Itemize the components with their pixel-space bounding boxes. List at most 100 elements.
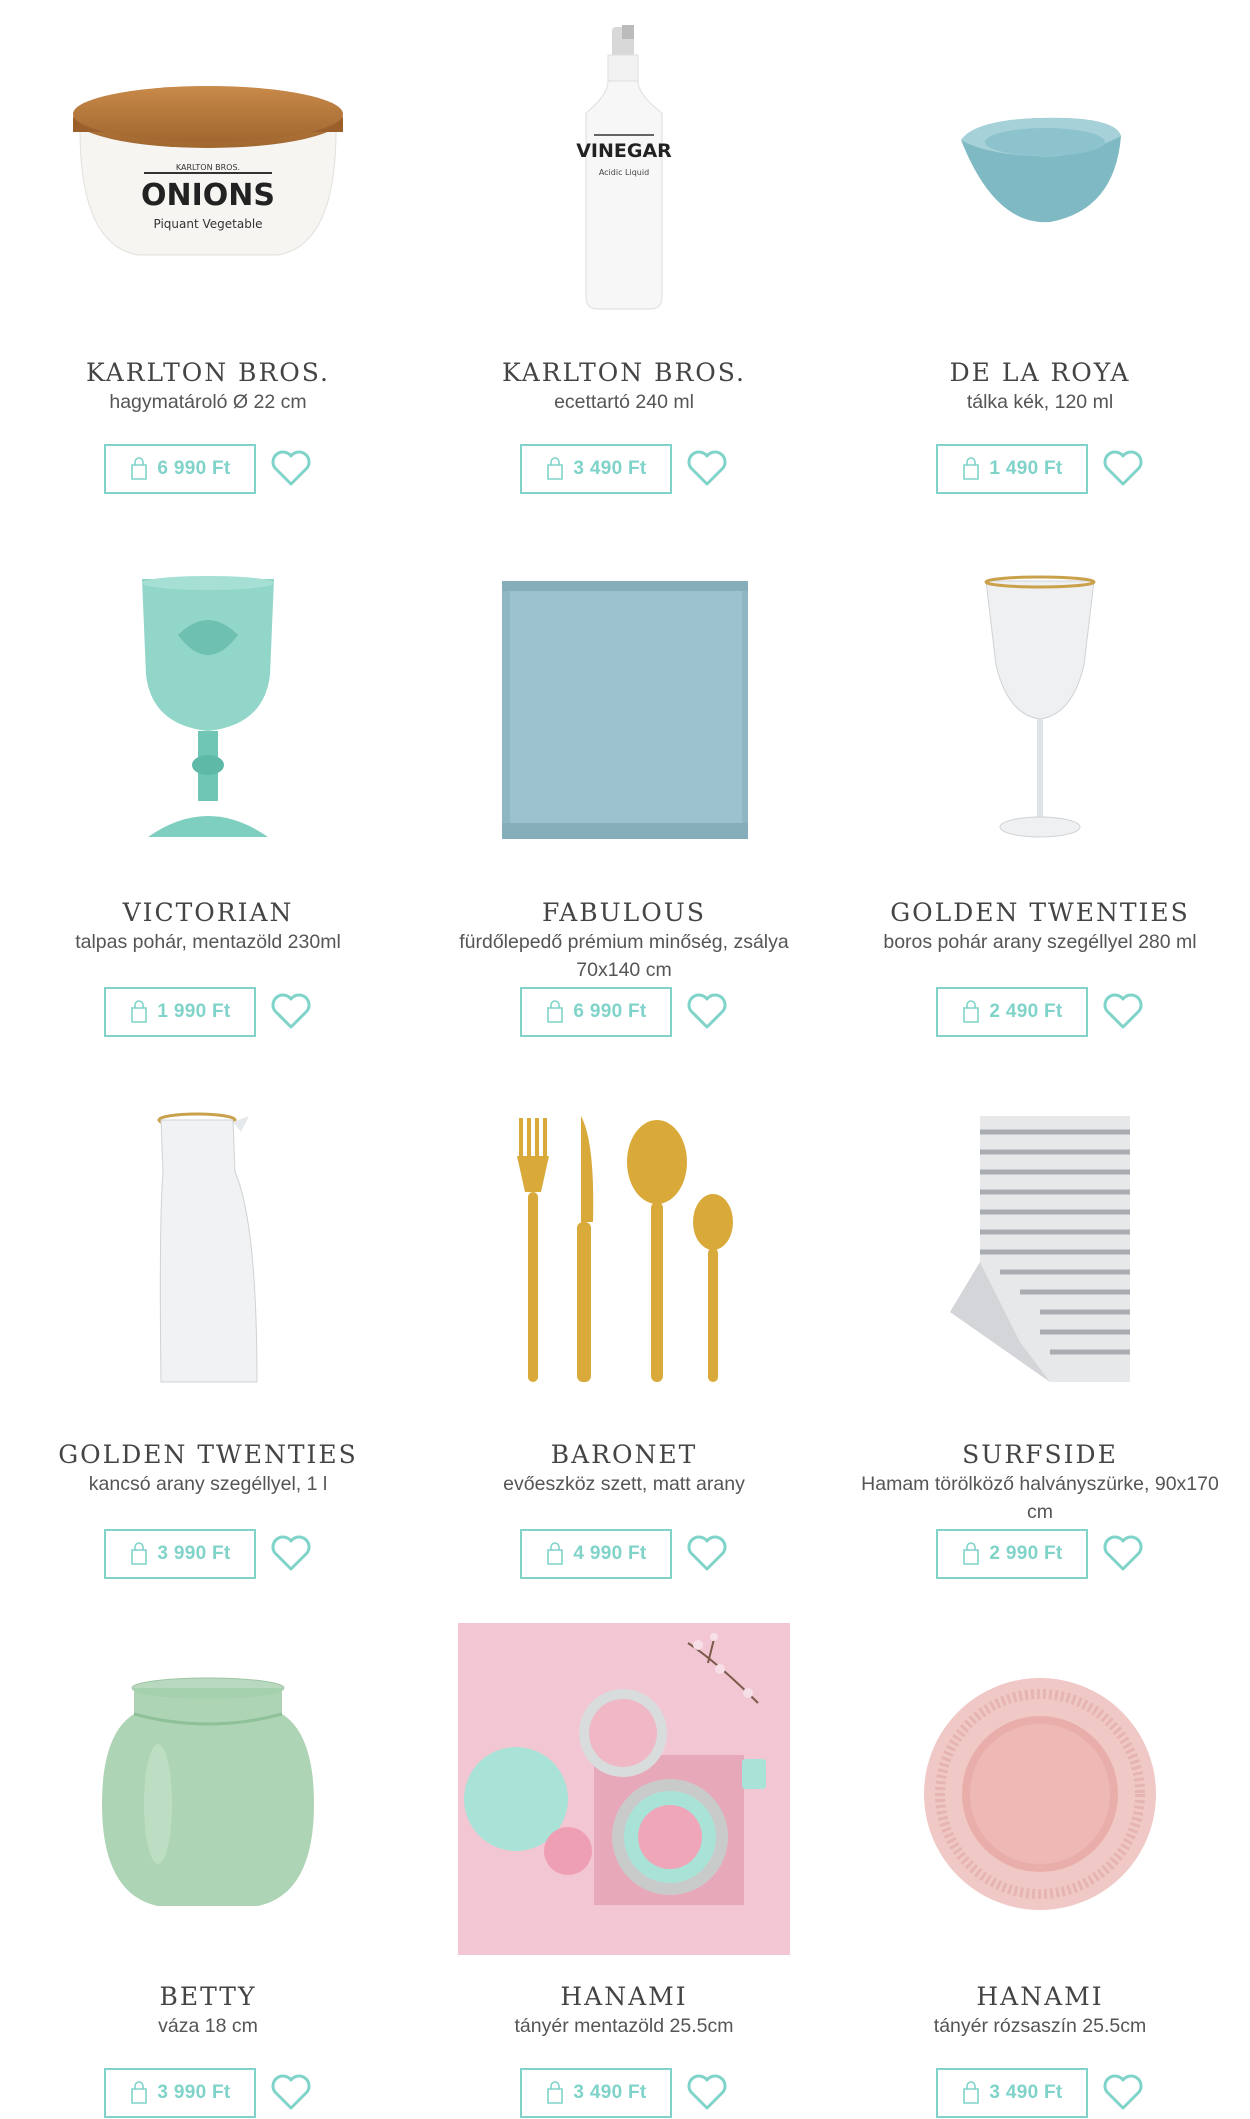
- tableware-photo-image: [458, 1623, 790, 1955]
- product-price: 3 490 Ft: [573, 2082, 647, 2103]
- shopping-bag-icon: [963, 2081, 980, 2104]
- product-description: tányér mentazöld 25.5cm: [514, 2015, 734, 2037]
- add-to-cart-button[interactable]: 3 490 Ft: [520, 444, 672, 494]
- product-brand: GOLDEN TWENTIES: [58, 1440, 358, 1469]
- product-card: GOLDEN TWENTIES boros pohár arany szegél…: [832, 540, 1248, 1037]
- wishlist-heart-icon[interactable]: [270, 450, 312, 488]
- wishlist-heart-icon[interactable]: [686, 1535, 728, 1573]
- onion-container-image: KARLTON BROS. ONIONS Piquant Vegetable: [73, 86, 343, 256]
- product-card: GOLDEN TWENTIES kancsó arany szegéllyel,…: [0, 1082, 416, 1579]
- product-description: tányér rózsaszín 25.5cm: [933, 2015, 1147, 2037]
- shopping-bag-icon: [547, 2081, 564, 2104]
- product-image[interactable]: [832, 1624, 1248, 1964]
- product-price: 3 990 Ft: [157, 1543, 231, 1564]
- vinegar-bottle-image: VINEGAR Acidic Liquid: [576, 25, 672, 310]
- add-to-cart-button[interactable]: 3 990 Ft: [104, 1529, 256, 1579]
- product-price: 1 990 Ft: [157, 1001, 231, 1022]
- blue-towel-image: [502, 581, 748, 839]
- image-label-brand: KARLTON BROS.: [176, 163, 240, 172]
- pink-plate-image: [924, 1678, 1156, 1910]
- product-brand: FABULOUS: [542, 898, 706, 927]
- wishlist-heart-icon[interactable]: [270, 2074, 312, 2112]
- product-price: 6 990 Ft: [573, 1001, 647, 1022]
- wishlist-heart-icon[interactable]: [686, 2074, 728, 2112]
- product-price: 4 990 Ft: [573, 1543, 647, 1564]
- add-to-cart-button[interactable]: 1 990 Ft: [104, 987, 256, 1037]
- shopping-bag-icon: [963, 457, 980, 480]
- wishlist-heart-icon[interactable]: [686, 993, 728, 1031]
- product-card: VINEGAR Acidic Liquid KARLTON BROS. ecet…: [416, 0, 832, 494]
- wishlist-heart-icon[interactable]: [1102, 993, 1144, 1031]
- shopping-bag-icon: [131, 2081, 148, 2104]
- add-to-cart-button[interactable]: 2 990 Ft: [936, 1529, 1088, 1579]
- product-brand: BARONET: [550, 1440, 698, 1469]
- product-actions: 3 990 Ft: [104, 2068, 312, 2118]
- product-actions: 6 990 Ft: [520, 987, 728, 1037]
- image-label-title: VINEGAR: [576, 140, 672, 162]
- image-label-title: ONIONS: [141, 178, 275, 213]
- product-image[interactable]: [0, 1082, 416, 1422]
- product-description: váza 18 cm: [158, 2015, 258, 2037]
- product-image[interactable]: [416, 540, 832, 880]
- add-to-cart-button[interactable]: 3 490 Ft: [520, 2068, 672, 2118]
- product-actions: 2 490 Ft: [936, 987, 1144, 1037]
- product-image[interactable]: [0, 540, 416, 880]
- wishlist-heart-icon[interactable]: [1102, 450, 1144, 488]
- product-card: DE LA ROYA tálka kék, 120 ml 1 490 Ft: [832, 0, 1248, 494]
- product-brand: BETTY: [159, 1982, 257, 2011]
- image-label-sub: Piquant Vegetable: [153, 217, 262, 231]
- product-brand: HANAMI: [560, 1982, 688, 2011]
- product-card: BETTY váza 18 cm 3 990 Ft: [0, 1624, 416, 2118]
- add-to-cart-button[interactable]: 2 490 Ft: [936, 987, 1088, 1037]
- product-card: KARLTON BROS. ONIONS Piquant Vegetable K…: [0, 0, 416, 494]
- product-image[interactable]: [0, 1624, 416, 1964]
- product-card: BARONET evőeszköz szett, matt arany 4 99…: [416, 1082, 832, 1579]
- product-card: FABULOUS fürdőlepedő prémium minőség, zs…: [416, 540, 832, 1037]
- product-description: ecettartó 240 ml: [554, 391, 694, 413]
- product-image[interactable]: VINEGAR Acidic Liquid: [416, 0, 832, 340]
- product-actions: 6 990 Ft: [104, 444, 312, 494]
- product-description: tálka kék, 120 ml: [966, 391, 1114, 413]
- add-to-cart-button[interactable]: 3 990 Ft: [104, 2068, 256, 2118]
- product-actions: 2 990 Ft: [936, 1529, 1144, 1579]
- product-image[interactable]: [832, 0, 1248, 340]
- product-image[interactable]: [416, 1623, 832, 1964]
- product-price: 2 490 Ft: [989, 1001, 1063, 1022]
- shopping-bag-icon: [963, 1542, 980, 1565]
- product-actions: 4 990 Ft: [520, 1529, 728, 1579]
- product-image[interactable]: [416, 1082, 832, 1422]
- product-description: boros pohár arany szegéllyel 280 ml: [883, 931, 1197, 953]
- glass-carafe-image: [157, 1112, 258, 1383]
- blue-bowl-image: [961, 117, 1121, 223]
- add-to-cart-button[interactable]: 6 990 Ft: [520, 987, 672, 1037]
- product-brand: KARLTON BROS.: [502, 358, 746, 387]
- add-to-cart-button[interactable]: 3 490 Ft: [936, 2068, 1088, 2118]
- product-image[interactable]: [832, 1082, 1248, 1422]
- wishlist-heart-icon[interactable]: [686, 450, 728, 488]
- add-to-cart-button[interactable]: 6 990 Ft: [104, 444, 256, 494]
- product-grid: KARLTON BROS. ONIONS Piquant Vegetable K…: [0, 0, 1250, 2119]
- shopping-bag-icon: [131, 1542, 148, 1565]
- product-actions: 3 490 Ft: [520, 444, 728, 494]
- image-label-sub: Acidic Liquid: [599, 168, 649, 177]
- product-actions: 3 490 Ft: [936, 2068, 1144, 2118]
- add-to-cart-button[interactable]: 4 990 Ft: [520, 1529, 672, 1579]
- wishlist-heart-icon[interactable]: [1102, 1535, 1144, 1573]
- shopping-bag-icon: [963, 1000, 980, 1023]
- product-brand: DE LA ROYA: [949, 358, 1131, 387]
- product-actions: 3 490 Ft: [520, 2068, 728, 2118]
- wishlist-heart-icon[interactable]: [270, 1535, 312, 1573]
- product-brand: VICTORIAN: [122, 898, 294, 927]
- wine-glass-image: [984, 575, 1096, 838]
- product-image[interactable]: KARLTON BROS. ONIONS Piquant Vegetable: [0, 0, 416, 340]
- product-card: HANAMI tányér mentazöld 25.5cm 3 490 Ft: [416, 1623, 832, 2118]
- product-description: talpas pohár, mentazöld 230ml: [75, 931, 341, 953]
- product-image[interactable]: [832, 540, 1248, 880]
- gold-cutlery-image: [517, 1116, 733, 1382]
- wishlist-heart-icon[interactable]: [1102, 2074, 1144, 2112]
- product-brand: HANAMI: [976, 1982, 1104, 2011]
- product-description: evőeszköz szett, matt arany: [503, 1473, 745, 1495]
- wishlist-heart-icon[interactable]: [270, 993, 312, 1031]
- add-to-cart-button[interactable]: 1 490 Ft: [936, 444, 1088, 494]
- product-price: 6 990 Ft: [157, 458, 231, 479]
